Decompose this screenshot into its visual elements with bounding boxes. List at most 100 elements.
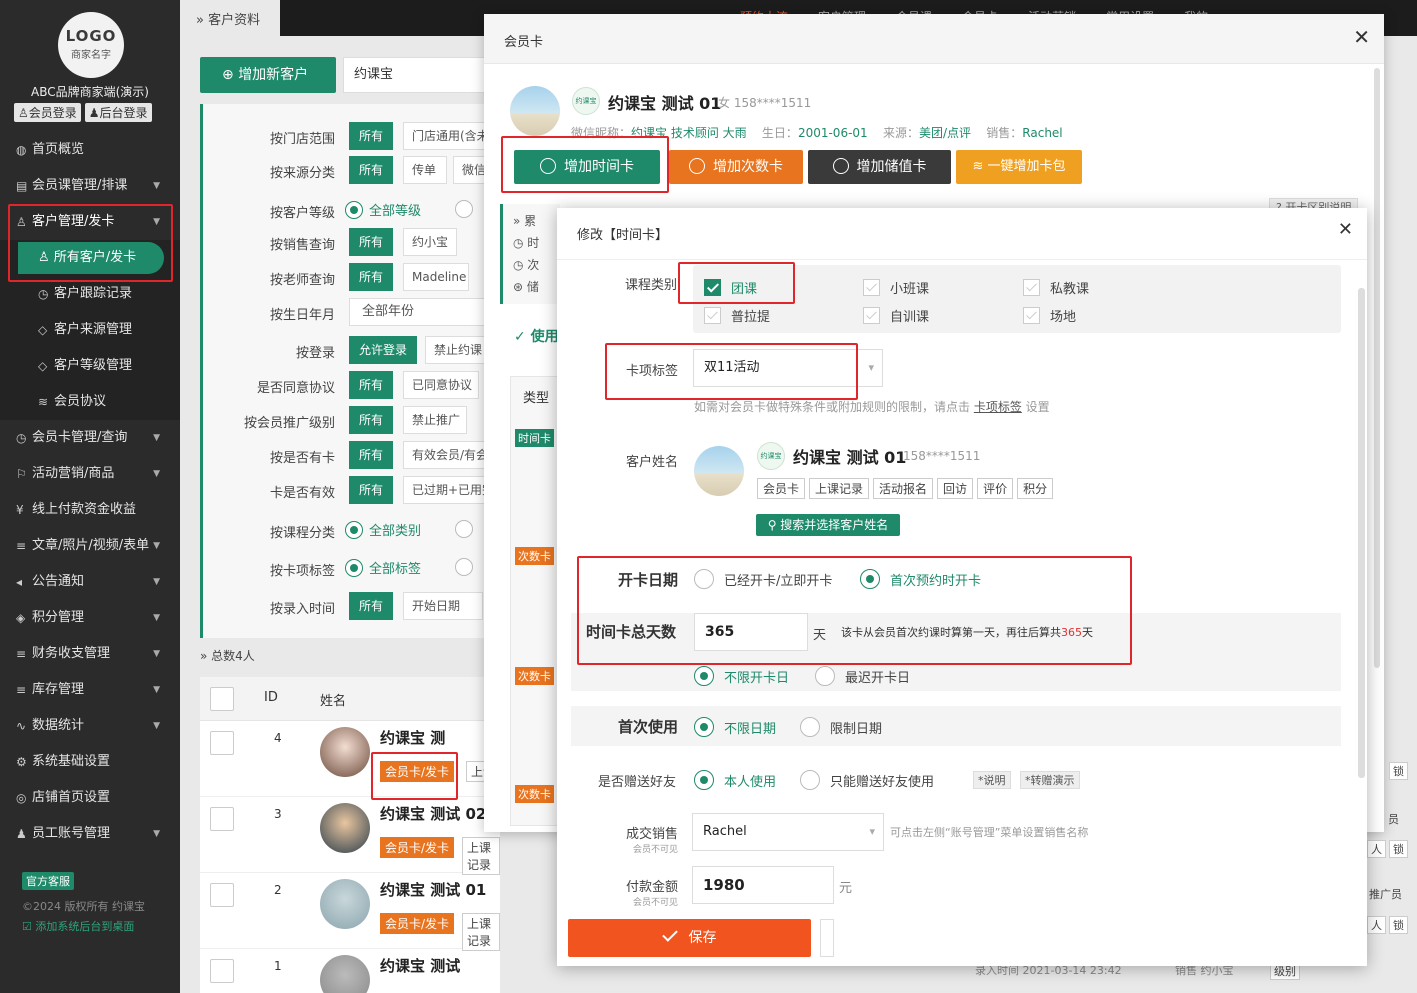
gift-explain-tag[interactable]: *说明 <box>973 771 1011 789</box>
menu-customer-level[interactable]: ◇ 客户等级管理 <box>0 348 180 384</box>
search-customer-button[interactable]: ⚲ 搜索并选择客户姓名 <box>756 514 900 536</box>
member-card-button[interactable]: 会员卡/发卡 <box>380 837 455 858</box>
menu-member-agreement[interactable]: ≋ 会员协议 <box>0 384 180 420</box>
class-record-button[interactable]: 上课记录 <box>462 837 500 875</box>
open-now-radio[interactable]: 已经开卡/立即开卡 <box>694 569 832 589</box>
row-checkbox[interactable] <box>210 959 234 983</box>
radio-all-levels[interactable]: 全部等级 <box>345 200 421 219</box>
filter-all-button[interactable]: 所有 <box>349 476 393 504</box>
filter-all-button[interactable]: 所有 <box>349 406 393 434</box>
radio-option[interactable] <box>455 520 473 538</box>
start-date-input[interactable]: 开始日期 <box>403 592 483 620</box>
clock-icon: ◷ <box>16 431 27 445</box>
filter-option[interactable]: 已同意协议 <box>403 371 479 399</box>
member-card-button[interactable]: 会员卡/发卡 <box>380 913 455 934</box>
menu-system-settings[interactable]: ⚙ 系统基础设置 <box>0 744 180 780</box>
member-card-button[interactable]: 会员卡/发卡 <box>380 761 455 782</box>
row-checkbox[interactable] <box>210 883 234 907</box>
no-open-limit-radio[interactable]: 不限开卡日 <box>694 666 789 686</box>
add-time-card-button[interactable]: 增加时间卡 <box>514 150 660 184</box>
link-member-card[interactable]: 会员卡 <box>757 478 806 499</box>
menu-customer-track[interactable]: ◷ 客户跟踪记录 <box>0 276 180 312</box>
class-record-button[interactable]: 上课记录 <box>462 913 500 951</box>
add-customer-button[interactable]: ⊕ 增加新客户 <box>200 57 336 93</box>
card-tag-link[interactable]: 卡项标签 <box>974 400 1022 414</box>
menu-all-customers[interactable]: ♙ 所有客户/发卡 <box>0 240 180 276</box>
filter-all-button[interactable]: 所有 <box>349 371 393 399</box>
course-type-checkbox[interactable]: 自训课 <box>863 306 929 325</box>
card-tag-select[interactable]: 双11活动 <box>693 349 883 387</box>
save-dropdown[interactable] <box>820 919 834 957</box>
filter-option[interactable]: Madeline <box>403 263 469 291</box>
filter-option[interactable]: 传单 <box>403 156 447 184</box>
radio-option[interactable] <box>455 200 473 218</box>
menu-stats[interactable]: ∿ 数据统计 ▼ <box>0 708 180 744</box>
gift-demo-tag[interactable]: *转赠演示 <box>1020 771 1080 789</box>
course-type-checkbox[interactable]: 私教课 <box>1023 278 1089 297</box>
link-activity[interactable]: 活动报名 <box>873 478 934 499</box>
menu-home[interactable]: ◍ 首页概览 <box>0 132 180 168</box>
menu-member-card[interactable]: ◷ 会员卡管理/查询 ▼ <box>0 420 180 456</box>
filter-all-button[interactable]: 所有 <box>349 122 393 150</box>
support-link[interactable]: 官方客服 <box>22 872 74 890</box>
customer-search-input[interactable]: 约课宝 <box>343 57 493 93</box>
add-card-pack-button[interactable]: ≋ 一键增加卡包 <box>956 150 1082 184</box>
save-button[interactable]: 保存 <box>568 919 811 957</box>
first-use-limited-radio[interactable]: 限制日期 <box>800 717 882 737</box>
radio-all-tags[interactable]: 全部标签 <box>345 558 421 577</box>
row-checkbox[interactable] <box>210 731 234 755</box>
menu-customer[interactable]: ♙ 客户管理/发卡 ▼ <box>0 204 180 240</box>
total-days-input[interactable]: 365 <box>694 613 808 651</box>
filter-option[interactable]: 约小宝 <box>403 228 457 256</box>
filter-all-button[interactable]: 所有 <box>349 263 393 291</box>
filter-option[interactable]: 禁止约课 <box>425 336 485 364</box>
close-icon[interactable]: ✕ <box>1338 221 1353 239</box>
menu-finance[interactable]: ≡ 财务收支管理 ▼ <box>0 636 180 672</box>
menu-staff[interactable]: ♟ 员工账号管理 ▼ <box>0 816 180 852</box>
latest-open-date-radio[interactable]: 最迟开卡日 <box>815 666 910 686</box>
first-use-unlimited-radio[interactable]: 不限日期 <box>694 717 776 737</box>
menu-inventory[interactable]: ≡ 库存管理 ▼ <box>0 672 180 708</box>
self-use-radio[interactable]: 本人使用 <box>694 770 776 790</box>
menu-notice[interactable]: ◂ 公告通知 ▼ <box>0 564 180 600</box>
menu-customer-source[interactable]: ◇ 客户来源管理 <box>0 312 180 348</box>
menu-marketing[interactable]: ⚐ 活动营销/商品 ▼ <box>0 456 180 492</box>
tab-in-use[interactable]: ✓ 使用 <box>514 326 559 346</box>
course-type-checkbox[interactable]: 普拉提 <box>704 306 770 325</box>
open-first-booking-radio[interactable]: 首次预约时开卡 <box>860 569 981 589</box>
select-all-checkbox[interactable] <box>210 687 234 711</box>
sales-select[interactable]: Rachel <box>692 813 884 851</box>
filter-all-button[interactable]: 允许登录 <box>349 336 417 364</box>
add-count-card-button[interactable]: 增加次数卡 <box>669 150 803 184</box>
radio-all-categories[interactable]: 全部类别 <box>345 520 421 539</box>
filter-all-button[interactable]: 所有 <box>349 156 393 184</box>
filter-all-button[interactable]: 所有 <box>349 441 393 469</box>
gift-only-radio[interactable]: 只能赠送好友使用 <box>800 770 934 790</box>
menu-store-home[interactable]: ◎ 店铺首页设置 <box>0 780 180 816</box>
course-type-checkbox[interactable]: 小班课 <box>863 278 929 297</box>
row-checkbox[interactable] <box>210 807 234 831</box>
menu-points[interactable]: ◈ 积分管理 ▼ <box>0 600 180 636</box>
member-login-button[interactable]: ♙会员登录 <box>14 103 81 122</box>
admin-login-button[interactable]: ♟后台登录 <box>84 103 152 122</box>
menu-online-pay[interactable]: ¥ 线上付款资金收益 <box>0 492 180 528</box>
birthday-year-select[interactable]: 全部年份 <box>349 298 499 326</box>
link-class-record[interactable]: 上课记录 <box>809 478 870 499</box>
add-to-desktop-link[interactable]: ☑ 添加系统后台到桌面 <box>22 918 145 934</box>
link-points[interactable]: 积分 <box>1017 478 1054 499</box>
radio-option[interactable] <box>455 558 473 576</box>
payment-input[interactable]: 1980 <box>692 866 834 904</box>
menu-articles[interactable]: ≡ 文章/照片/视频/表单 ▼ <box>0 528 180 564</box>
scrollbar[interactable] <box>1374 68 1380 668</box>
close-icon[interactable]: ✕ <box>1353 27 1370 47</box>
link-review[interactable]: 评价 <box>977 478 1014 499</box>
course-type-checkbox[interactable]: 场地 <box>1023 306 1076 325</box>
scrollbar[interactable] <box>1358 288 1365 778</box>
add-stored-value-card-button[interactable]: 增加储值卡 <box>808 150 951 184</box>
filter-all-button[interactable]: 所有 <box>349 592 393 620</box>
link-visit[interactable]: 回访 <box>937 478 974 499</box>
filter-option[interactable]: 禁止推广 <box>403 406 467 434</box>
course-type-checkbox[interactable]: 团课 <box>704 278 757 297</box>
filter-all-button[interactable]: 所有 <box>349 228 393 256</box>
menu-course[interactable]: ▤ 会员课管理/排课 ▼ <box>0 168 180 204</box>
